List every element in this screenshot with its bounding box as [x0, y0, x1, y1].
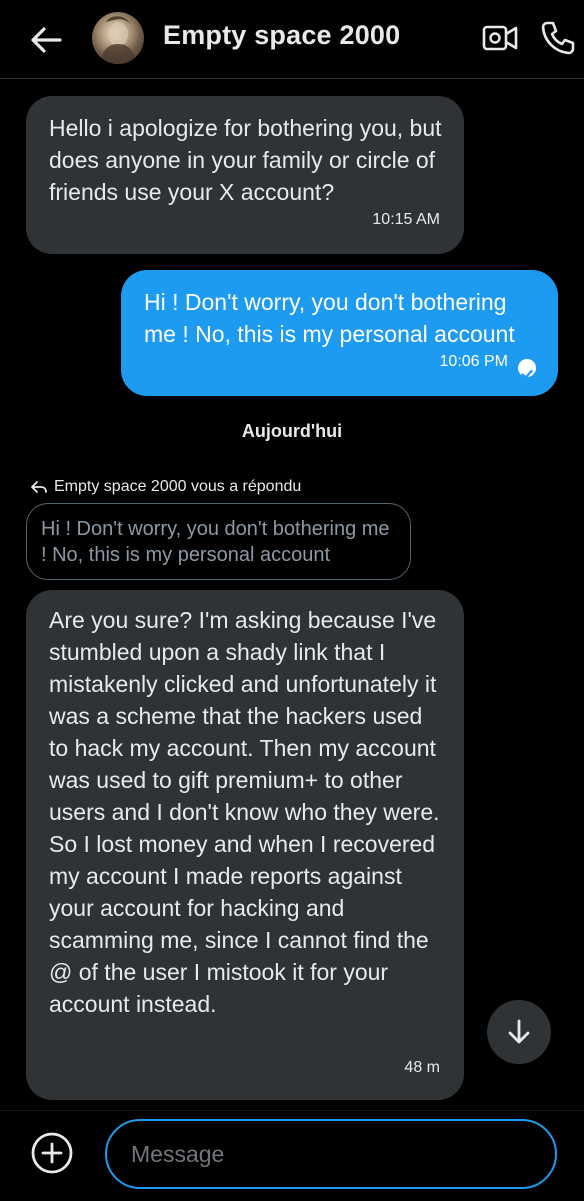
back-button[interactable] — [28, 22, 64, 58]
avatar[interactable] — [92, 12, 144, 64]
add-attachment-button[interactable] — [30, 1131, 74, 1175]
message-text: Are you sure? I'm asking because I've st… — [49, 607, 440, 1017]
message-composer — [0, 1110, 584, 1201]
scroll-to-bottom-button[interactable] — [487, 1000, 551, 1064]
arrow-down-icon — [508, 1019, 530, 1044]
reply-arrow-icon — [31, 481, 47, 493]
contact-name[interactable]: Empty space 2000 — [163, 20, 400, 51]
plus-circle-icon — [31, 1132, 73, 1174]
video-camera-icon — [482, 25, 518, 51]
message-time: 48 m — [404, 1059, 440, 1076]
message-bubble-incoming[interactable]: Are you sure? I'm asking because I've st… — [26, 590, 464, 1100]
phone-icon — [541, 21, 575, 55]
message-time: 10:15 AM — [372, 211, 440, 228]
video-call-button[interactable] — [482, 22, 518, 54]
message-input[interactable] — [105, 1119, 557, 1189]
message-bubble-incoming[interactable]: Hello i apologize for bothering you, but… — [26, 96, 464, 254]
chat-header: Empty space 2000 — [0, 0, 584, 79]
message-text: Hello i apologize for bothering you, but… — [49, 115, 442, 205]
reply-note-text: Empty space 2000 vous a répondu — [54, 478, 302, 495]
arrow-left-icon — [31, 27, 62, 53]
avatar-image — [100, 16, 136, 64]
message-text: Hi ! Don't worry, you don't bothering me… — [144, 289, 515, 347]
check-icon — [521, 369, 533, 379]
phone-call-button[interactable] — [538, 18, 578, 58]
day-separator: Aujourd'hui — [241, 421, 343, 441]
message-time: 10:06 PM — [439, 353, 508, 370]
quoted-message[interactable]: Hi ! Don't worry, you don't bothering me… — [26, 503, 411, 580]
message-bubble-outgoing[interactable]: Hi ! Don't worry, you don't bothering me… — [121, 270, 558, 396]
reply-indicator: Empty space 2000 vous a répondu — [30, 478, 301, 496]
quoted-text: Hi ! Don't worry, you don't bothering me… — [41, 518, 390, 566]
read-receipt — [518, 359, 536, 379]
